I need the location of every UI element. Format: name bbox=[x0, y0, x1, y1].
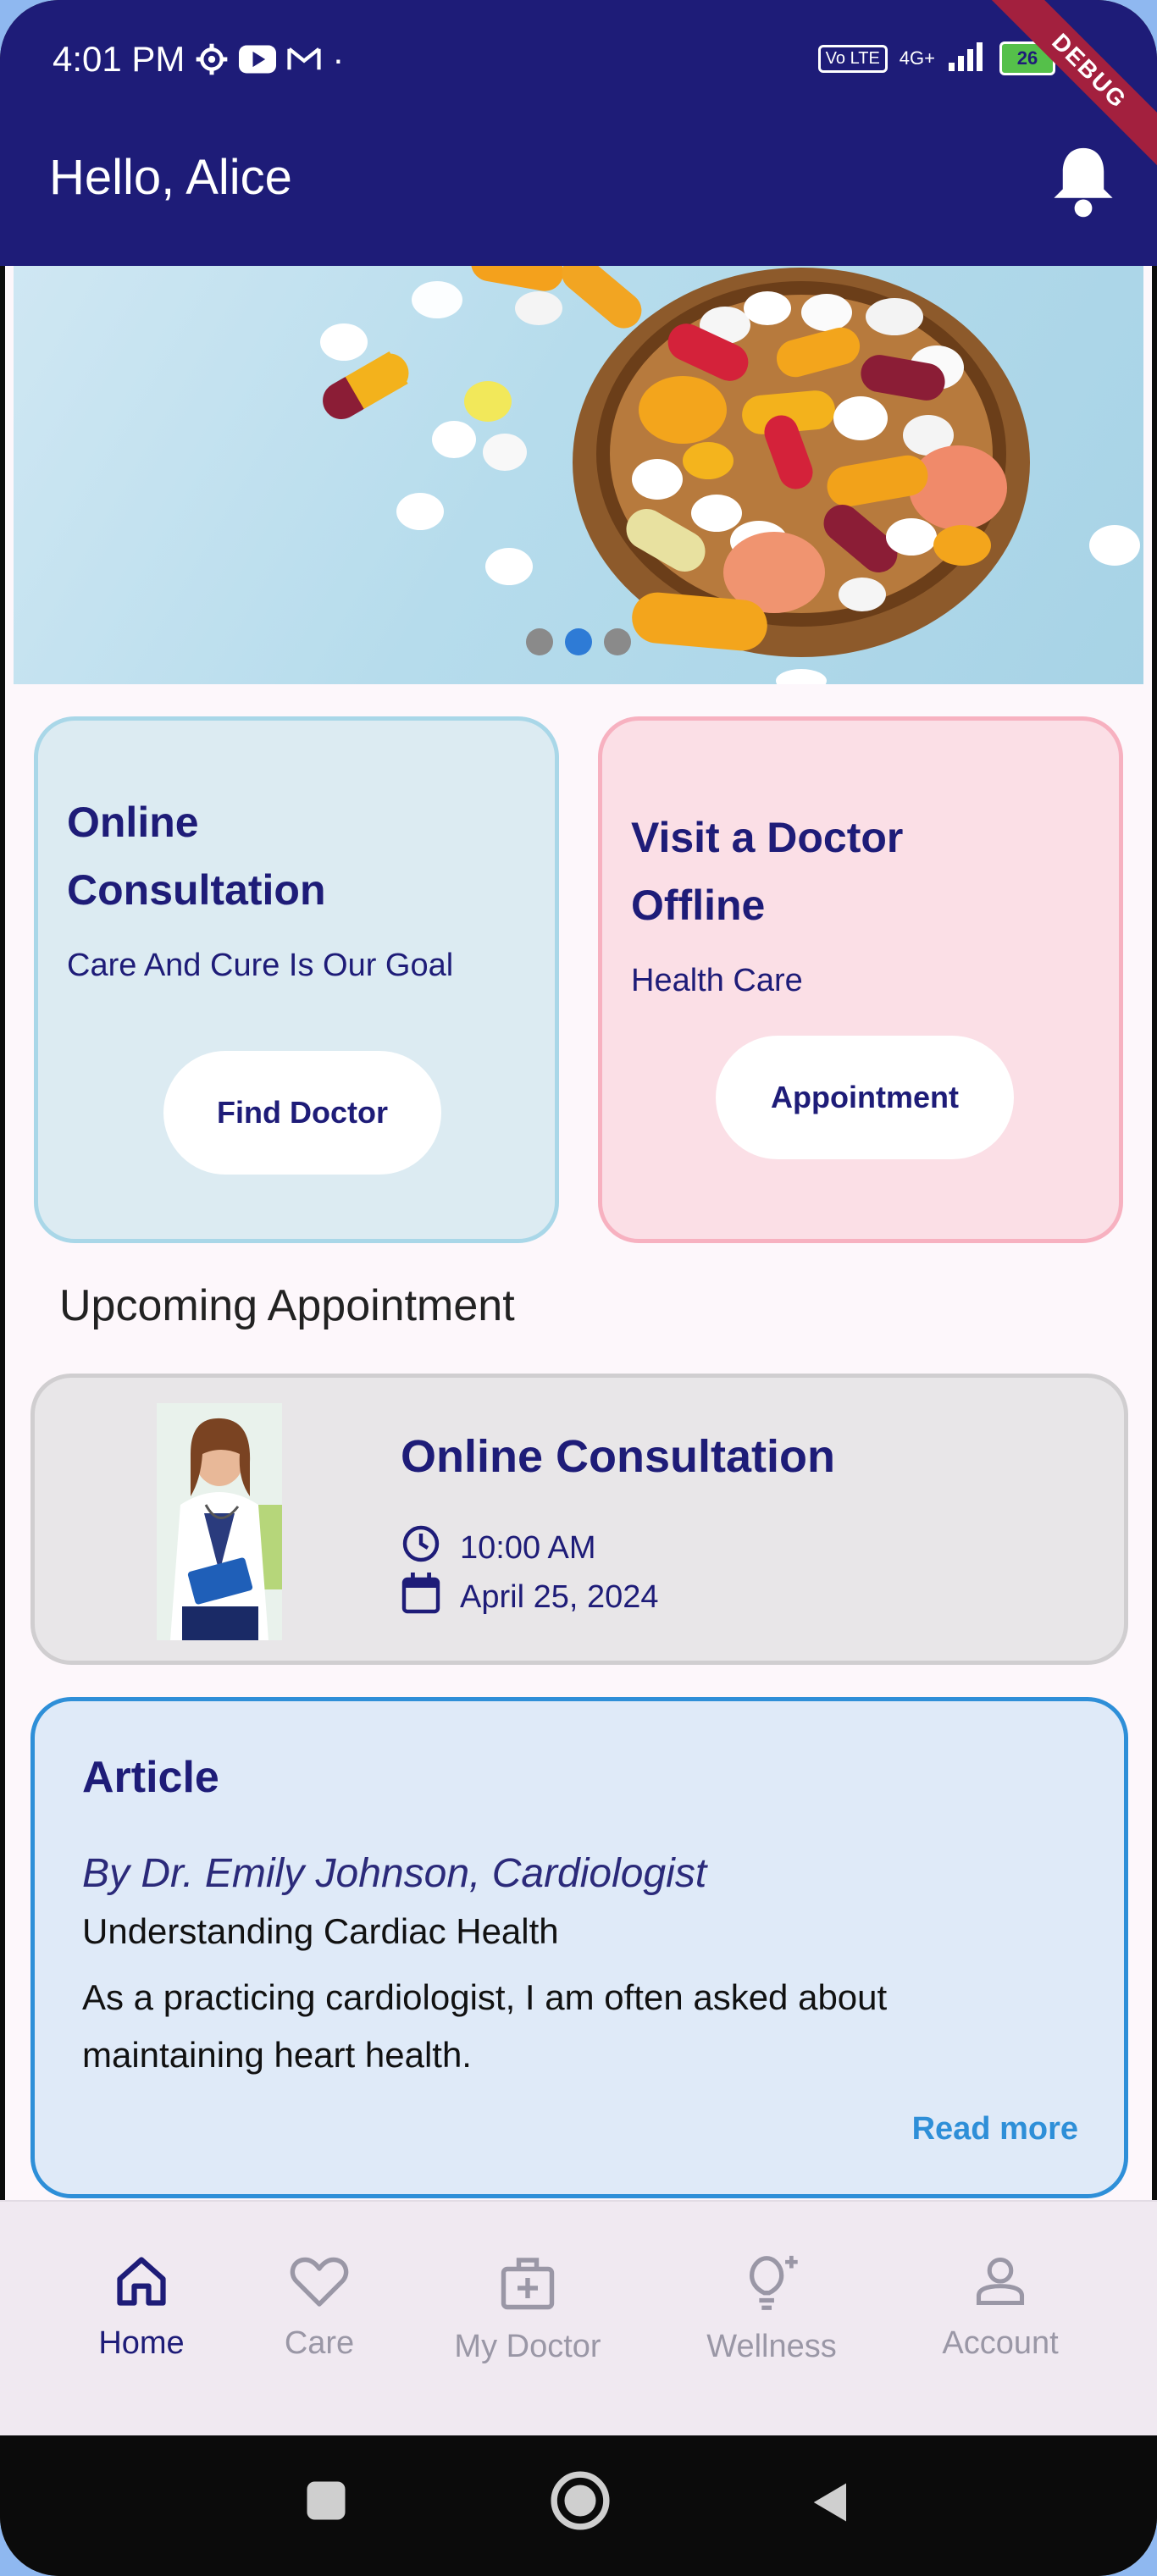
back-button[interactable] bbox=[808, 2478, 854, 2527]
bell-icon[interactable] bbox=[1047, 142, 1120, 218]
nav-item-wellness[interactable]: Wellness bbox=[683, 2253, 861, 2365]
carousel-dots bbox=[14, 628, 1143, 655]
carousel-dot-active[interactable] bbox=[565, 628, 592, 655]
nav-label: Wellness bbox=[706, 2329, 837, 2364]
appointment-time: 10:00 AM bbox=[460, 1529, 596, 1566]
signal-icon bbox=[947, 41, 988, 76]
article-card[interactable]: Article By Dr. Emily Johnson, Cardiologi… bbox=[30, 1697, 1128, 2198]
youtube-icon bbox=[239, 45, 277, 74]
appointment-button[interactable]: Appointment bbox=[716, 1036, 1014, 1159]
card-title-line1: Visit a Doctor bbox=[631, 814, 904, 861]
home-icon bbox=[117, 2257, 166, 2306]
card-title-line1: Online bbox=[67, 799, 199, 846]
appointment-date: April 25, 2024 bbox=[460, 1578, 659, 1615]
status-dot: · bbox=[332, 39, 345, 79]
nav-item-home[interactable]: Home bbox=[53, 2253, 230, 2362]
carousel-dot[interactable] bbox=[604, 628, 631, 655]
nav-item-my-doctor[interactable]: My Doctor bbox=[439, 2253, 617, 2365]
pills-bowl-image bbox=[320, 266, 1140, 684]
clock-icon bbox=[401, 1523, 441, 1573]
card-title-line2: Consultation bbox=[67, 866, 326, 914]
status-bar: 4:01 PM · bbox=[53, 34, 344, 85]
greeting-title: Hello, Alice bbox=[49, 150, 292, 205]
recents-button[interactable] bbox=[303, 2478, 349, 2523]
medical-kit-icon bbox=[501, 2258, 555, 2310]
nav-label: My Doctor bbox=[454, 2329, 601, 2364]
appointment-time-row: 10:00 AM bbox=[401, 1523, 596, 1573]
hero-banner[interactable] bbox=[14, 266, 1143, 684]
article-author: By Dr. Emily Johnson, Cardiologist bbox=[82, 1851, 707, 1896]
card-title-line2: Offline bbox=[631, 882, 766, 929]
article-title: Understanding Cardiac Health bbox=[82, 1911, 559, 1951]
appointment-title: Online Consultation bbox=[401, 1431, 835, 1482]
gmail-icon bbox=[286, 45, 322, 74]
app-header: 4:01 PM · Vo LTE 4G+ 26 DEBUG Hello, Ali… bbox=[0, 0, 1157, 266]
doctor-photo bbox=[157, 1403, 282, 1640]
bottom-navigation: Home Care My Doctor Wellness Account bbox=[0, 2200, 1157, 2437]
article-excerpt: As a practicing cardiologist, I am often… bbox=[82, 1977, 888, 2075]
status-time: 4:01 PM bbox=[53, 39, 185, 79]
network-type: 4G+ bbox=[899, 47, 935, 69]
nav-label: Home bbox=[98, 2325, 185, 2361]
nav-item-care[interactable]: Care bbox=[230, 2253, 408, 2362]
find-doctor-button[interactable]: Find Doctor bbox=[163, 1051, 441, 1175]
upcoming-appointment-card[interactable]: Online Consultation 10:00 AM April 25, 2… bbox=[30, 1374, 1128, 1665]
lightbulb-icon bbox=[749, 2255, 798, 2310]
settings-icon bbox=[195, 42, 229, 76]
phone-screen: 4:01 PM · Vo LTE 4G+ 26 DEBUG Hello, Ali… bbox=[0, 0, 1157, 2576]
nav-item-account[interactable]: Account bbox=[911, 2253, 1089, 2362]
article-heading: Article bbox=[82, 1753, 219, 1802]
heart-icon bbox=[290, 2257, 349, 2307]
volte-badge: Vo LTE bbox=[817, 44, 888, 73]
upcoming-section-title: Upcoming Appointment bbox=[59, 1281, 515, 1330]
nav-label: Care bbox=[284, 2325, 355, 2361]
system-navigation-bar bbox=[0, 2435, 1157, 2576]
visit-doctor-offline-card[interactable]: Visit a Doctor Offline Health Care Appoi… bbox=[598, 716, 1123, 1243]
calendar-icon bbox=[401, 1571, 441, 1623]
read-more-link[interactable]: Read more bbox=[912, 2111, 1078, 2148]
online-consultation-card[interactable]: Online Consultation Care And Cure Is Our… bbox=[34, 716, 559, 1243]
carousel-dot[interactable] bbox=[526, 628, 553, 655]
card-subtitle: Health Care bbox=[631, 963, 803, 998]
card-subtitle: Care And Cure Is Our Goal bbox=[67, 948, 454, 983]
nav-label: Account bbox=[942, 2325, 1059, 2361]
home-button[interactable] bbox=[549, 2469, 612, 2532]
appointment-date-row: April 25, 2024 bbox=[401, 1571, 659, 1623]
person-icon bbox=[976, 2257, 1025, 2306]
status-bar-right: Vo LTE 4G+ 26 bbox=[817, 37, 1055, 80]
